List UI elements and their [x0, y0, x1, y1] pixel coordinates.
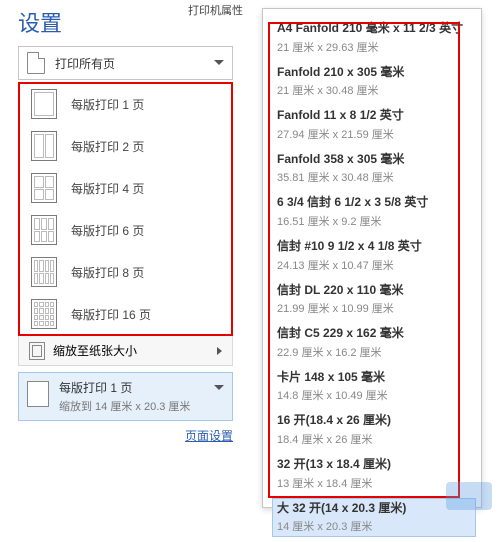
pages-per-sheet-label: 每版打印 8 页: [71, 264, 144, 281]
paper-size-dimensions: 21.99 厘米 x 10.99 厘米: [277, 300, 471, 316]
paper-size-option[interactable]: 信封 C5 229 x 162 毫米 22.9 厘米 x 16.2 厘米: [277, 326, 471, 360]
paper-size-title: 大 32 开(14 x 20.3 厘米): [277, 501, 471, 517]
page-grid-icon: [31, 215, 57, 245]
scale-label: 缩放至纸张大小: [53, 342, 137, 359]
pages-per-sheet-menu: 每版打印 1 页每版打印 2 页每版打印 4 页每版打印 6 页每版打印 8 页…: [18, 82, 233, 366]
paper-size-dimensions: 21 厘米 x 30.48 厘米: [277, 82, 471, 98]
chevron-right-icon: [217, 347, 222, 355]
paper-size-flyout: A4 Fanfold 210 毫米 x 11 2/3 英寸 21 厘米 x 29.…: [262, 8, 482, 508]
pages-per-sheet-label: 每版打印 1 页: [71, 96, 144, 113]
pages-per-sheet-option[interactable]: 每版打印 6 页: [19, 209, 232, 251]
paper-size-dimensions: 13 厘米 x 18.4 厘米: [277, 475, 471, 491]
pages-per-sheet-option[interactable]: 每版打印 4 页: [19, 167, 232, 209]
paper-size-option[interactable]: Fanfold 358 x 305 毫米35.81 厘米 x 30.48 厘米: [277, 152, 471, 186]
page-grid-icon: [31, 131, 57, 161]
paper-size-title: 16 开(18.4 x 26 厘米): [277, 413, 471, 429]
paper-size-title: 信封 #10 9 1/2 x 4 1/8 英寸: [277, 239, 471, 255]
paper-size-option[interactable]: Fanfold 11 x 8 1/2 英寸 27.94 厘米 x 21.59 厘米: [277, 108, 471, 142]
paper-size-title: 信封 DL 220 x 110 毫米: [277, 283, 471, 299]
paper-size-dimensions: 35.81 厘米 x 30.48 厘米: [277, 169, 471, 185]
paper-size-title: 信封 C5 229 x 162 毫米: [277, 326, 471, 342]
paper-size-title: 6 3/4 信封 6 1/2 x 3 5/8 英寸: [277, 195, 471, 211]
paper-size-option[interactable]: 信封 DL 220 x 110 毫米21.99 厘米 x 10.99 厘米: [277, 283, 471, 317]
paper-size-dimensions: 27.94 厘米 x 21.59 厘米: [277, 126, 471, 142]
paper-size-option[interactable]: A4 Fanfold 210 毫米 x 11 2/3 英寸 21 厘米 x 29.…: [277, 21, 471, 55]
paper-size-option[interactable]: 卡片 148 x 105 毫米14.8 厘米 x 10.49 厘米: [277, 370, 471, 404]
paper-size-dimensions: 18.4 厘米 x 26 厘米: [277, 431, 471, 447]
page-grid-icon: [31, 257, 57, 287]
paper-size-dimensions: 22.9 厘米 x 16.2 厘米: [277, 344, 471, 360]
pages-per-sheet-option[interactable]: 每版打印 1 页: [19, 83, 232, 125]
pages-per-sheet-label: 每版打印 16 页: [71, 306, 151, 323]
current-selection-title: 每版打印 1 页: [59, 379, 190, 396]
paper-size-dimensions: 16.51 厘米 x 9.2 厘米: [277, 213, 471, 229]
pages-per-sheet-label: 每版打印 2 页: [71, 138, 144, 155]
page-setup-link[interactable]: 页面设置: [18, 427, 233, 444]
paper-size-dimensions: 24.13 厘米 x 10.47 厘米: [277, 257, 471, 273]
pages-per-sheet-option[interactable]: 每版打印 8 页: [19, 251, 232, 293]
scale-to-paper-size-item[interactable]: 缩放至纸张大小: [19, 335, 232, 365]
current-selection-sub: 缩放到 14 厘米 x 20.3 厘米: [59, 398, 190, 414]
scale-icon: [29, 342, 45, 360]
page-grid-icon: [31, 89, 57, 119]
paper-size-dimensions: 21 厘米 x 29.63 厘米: [277, 39, 471, 55]
annotation-red-box-left: 每版打印 1 页每版打印 2 页每版打印 4 页每版打印 6 页每版打印 8 页…: [19, 83, 232, 335]
paper-size-option[interactable]: Fanfold 210 x 305 毫米21 厘米 x 30.48 厘米: [277, 65, 471, 99]
paper-size-title: Fanfold 210 x 305 毫米: [277, 65, 471, 81]
paper-size-option[interactable]: 信封 #10 9 1/2 x 4 1/8 英寸 24.13 厘米 x 10.47 …: [277, 239, 471, 273]
paper-size-title: 卡片 148 x 105 毫米: [277, 370, 471, 386]
pages-per-sheet-option[interactable]: 每版打印 2 页: [19, 125, 232, 167]
paper-size-title: Fanfold 358 x 305 毫米: [277, 152, 471, 168]
chevron-down-icon: [214, 385, 224, 391]
settings-heading: 设置: [18, 0, 233, 46]
pages-per-sheet-option[interactable]: 每版打印 16 页: [19, 293, 232, 335]
paper-size-dimensions: 14 厘米 x 20.3 厘米: [277, 518, 471, 534]
paper-size-title: A4 Fanfold 210 毫米 x 11 2/3 英寸: [277, 21, 471, 37]
paper-size-option[interactable]: 16 开(18.4 x 26 厘米) 18.4 厘米 x 26 厘米: [277, 413, 471, 447]
paper-size-option[interactable]: 32 开(13 x 18.4 厘米) 13 厘米 x 18.4 厘米: [277, 457, 471, 491]
print-all-label: 打印所有页: [55, 55, 204, 72]
chevron-down-icon: [214, 60, 224, 66]
paper-size-title: 32 开(13 x 18.4 厘米): [277, 457, 471, 473]
paper-size-title: Fanfold 11 x 8 1/2 英寸: [277, 108, 471, 124]
pages-per-sheet-label: 每版打印 6 页: [71, 222, 144, 239]
page-thumb-icon: [27, 381, 49, 407]
paper-size-option[interactable]: 大 32 开(14 x 20.3 厘米)14 厘米 x 20.3 厘米: [272, 498, 476, 538]
current-selection-dropdown[interactable]: 每版打印 1 页 缩放到 14 厘米 x 20.3 厘米: [18, 372, 233, 421]
print-all-pages-dropdown[interactable]: 打印所有页: [18, 46, 233, 80]
paper-size-option[interactable]: 6 3/4 信封 6 1/2 x 3 5/8 英寸 16.51 厘米 x 9.2 …: [277, 195, 471, 229]
page-grid-icon: [31, 173, 57, 203]
pages-per-sheet-label: 每版打印 4 页: [71, 180, 144, 197]
left-panel: 设置 打印所有页 每版打印 1 页每版打印 2 页每版打印 4 页每版打印 6 …: [18, 0, 233, 444]
paper-size-dimensions: 14.8 厘米 x 10.49 厘米: [277, 387, 471, 403]
page-grid-icon: [31, 299, 57, 329]
document-icon: [27, 52, 45, 74]
